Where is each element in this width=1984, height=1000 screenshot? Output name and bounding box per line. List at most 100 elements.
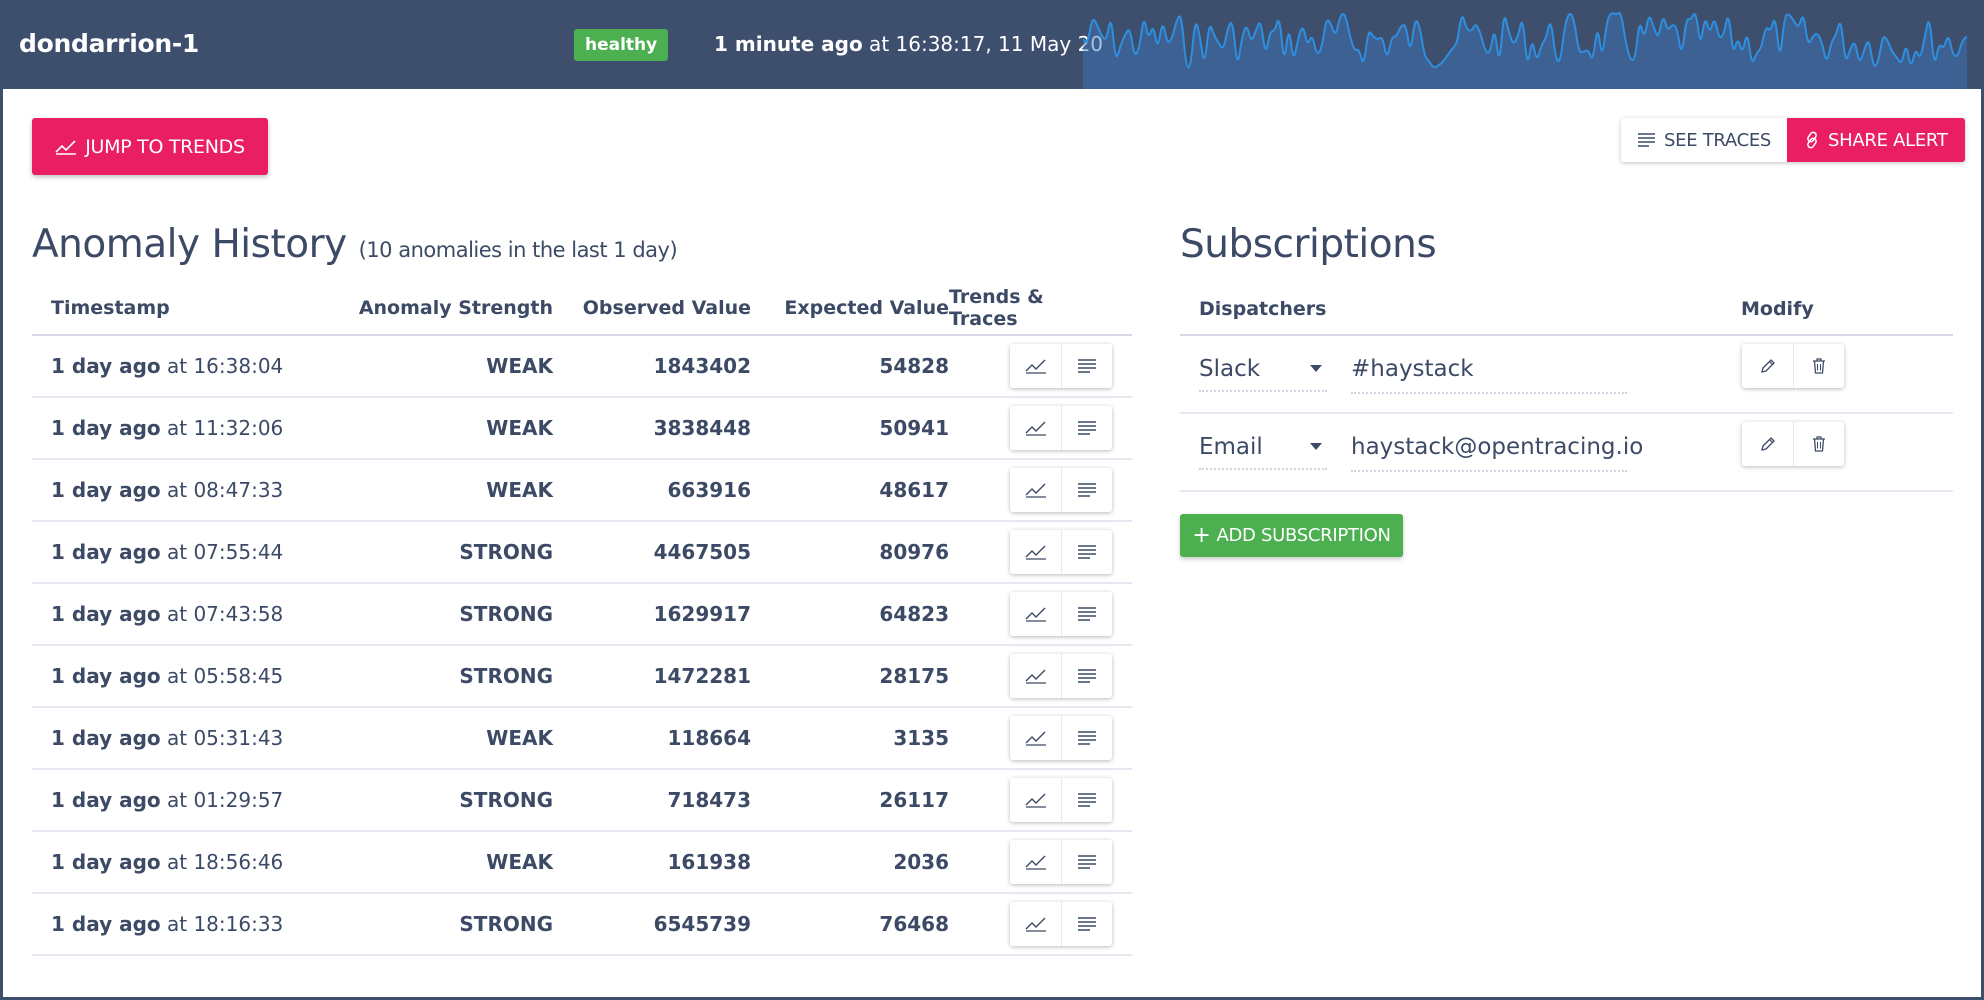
anomaly-ago: 1 day ago	[51, 726, 161, 750]
expected-value: 28175	[879, 664, 949, 688]
anomaly-timestamp: 1 day ago at 01:29:57	[32, 788, 317, 812]
row-actions	[1010, 344, 1112, 388]
traces-icon	[1078, 669, 1096, 683]
traces-icon	[1078, 545, 1096, 559]
observed-value: 161938	[667, 850, 752, 874]
anomaly-ago: 1 day ago	[51, 478, 161, 502]
view-traces-button[interactable]	[1061, 344, 1112, 388]
last-check-detail: at 16:38:17, 11 May 20	[862, 32, 1104, 56]
view-trend-button[interactable]	[1010, 344, 1061, 388]
table-row: 1 day ago at 05:58:45 STRONG 1472281 28175	[32, 646, 1132, 708]
expected-value: 3135	[893, 726, 949, 750]
trend-icon	[1025, 607, 1046, 622]
see-traces-button[interactable]: SEE TRACES	[1621, 118, 1788, 162]
metric-sparkline	[1083, 11, 1967, 89]
trends-traces-cell	[949, 468, 1132, 512]
anomaly-time: at 07:55:44	[160, 540, 284, 564]
anomaly-ago: 1 day ago	[51, 788, 161, 812]
view-traces-button[interactable]	[1061, 778, 1112, 822]
alert-header: dondarrion-1 healthy 1 minute ago at 16:…	[0, 0, 1984, 89]
view-traces-button[interactable]	[1061, 530, 1112, 574]
expected-value: 76468	[879, 912, 949, 936]
view-trend-button[interactable]	[1010, 840, 1061, 884]
anomaly-strength: STRONG	[459, 602, 553, 626]
row-actions	[1010, 468, 1112, 512]
expected-value: 48617	[879, 478, 949, 502]
column-header-strength: Anomaly Strength	[358, 297, 553, 319]
view-trend-button[interactable]	[1010, 902, 1061, 946]
dispatcher-type-select[interactable]: Email	[1199, 434, 1327, 470]
subscriptions-title: Subscriptions	[1180, 222, 1437, 267]
row-actions	[1010, 840, 1112, 884]
row-actions	[1010, 406, 1112, 450]
anomaly-strength: STRONG	[459, 664, 553, 688]
view-traces-button[interactable]	[1061, 654, 1112, 698]
anomaly-timestamp: 1 day ago at 11:32:06	[32, 416, 317, 440]
anomaly-timestamp: 1 day ago at 07:55:44	[32, 540, 317, 564]
delete-subscription-button[interactable]	[1793, 344, 1844, 388]
row-actions	[1010, 530, 1112, 574]
observed-value: 1629917	[653, 602, 751, 626]
expected-value: 50941	[879, 416, 949, 440]
add-subscription-button[interactable]: + ADD SUBSCRIPTION	[1180, 514, 1403, 557]
trends-traces-cell	[949, 592, 1132, 636]
table-header: Timestamp Anomaly Strength Observed Valu…	[32, 282, 1132, 336]
dispatcher-type-value: Slack	[1199, 356, 1261, 382]
share-alert-button[interactable]: SHARE ALERT	[1787, 118, 1965, 162]
view-trend-button[interactable]	[1010, 592, 1061, 636]
alert-actions: SEE TRACES SHARE ALERT	[1621, 118, 1965, 162]
trend-icon	[55, 139, 77, 155]
trend-icon	[1025, 917, 1046, 932]
modify-actions	[1742, 344, 1844, 388]
view-trend-button[interactable]	[1010, 654, 1061, 698]
traces-icon	[1078, 421, 1096, 435]
dispatcher-endpoint-input[interactable]: #haystack	[1351, 356, 1627, 394]
trend-icon	[1025, 855, 1046, 870]
anomaly-strength: WEAK	[486, 478, 553, 502]
view-traces-button[interactable]	[1061, 468, 1112, 512]
anomaly-timestamp: 1 day ago at 08:47:33	[32, 478, 317, 502]
view-traces-button[interactable]	[1061, 592, 1112, 636]
delete-subscription-button[interactable]	[1793, 422, 1844, 466]
traces-icon	[1638, 133, 1655, 147]
table-row: 1 day ago at 07:55:44 STRONG 4467505 80976	[32, 522, 1132, 584]
subscription-row: Email haystack@opentracing.io	[1180, 414, 1953, 492]
jump-to-trends-label: JUMP TO TRENDS	[85, 135, 245, 158]
anomaly-strength: WEAK	[486, 850, 553, 874]
view-traces-button[interactable]	[1061, 406, 1112, 450]
edit-subscription-button[interactable]	[1742, 344, 1793, 388]
dispatcher-type-value: Email	[1199, 434, 1263, 460]
dispatcher-type-select[interactable]: Slack	[1199, 356, 1327, 392]
service-title: dondarrion-1	[19, 29, 200, 58]
view-traces-button[interactable]	[1061, 716, 1112, 760]
observed-value: 118664	[667, 726, 752, 750]
view-traces-button[interactable]	[1061, 840, 1112, 884]
row-actions	[1010, 654, 1112, 698]
view-trend-button[interactable]	[1010, 716, 1061, 760]
observed-value: 3838448	[653, 416, 751, 440]
modify-button-group	[1742, 344, 1844, 388]
view-trend-button[interactable]	[1010, 468, 1061, 512]
trends-traces-cell	[949, 530, 1132, 574]
anomaly-ago: 1 day ago	[51, 602, 161, 626]
anomaly-time: at 16:38:04	[160, 354, 284, 378]
view-trend-button[interactable]	[1010, 530, 1061, 574]
anomaly-time: at 11:32:06	[160, 416, 284, 440]
column-header-observed: Observed Value	[582, 297, 751, 319]
view-trend-button[interactable]	[1010, 406, 1061, 450]
view-traces-button[interactable]	[1061, 902, 1112, 946]
last-check-relative: 1 minute ago	[714, 32, 863, 56]
traces-icon	[1078, 731, 1096, 745]
anomaly-time: at 18:56:46	[160, 850, 284, 874]
anomaly-strength: STRONG	[459, 788, 553, 812]
edit-subscription-button[interactable]	[1742, 422, 1793, 466]
column-header-trends-traces: Trends & Traces	[949, 286, 1044, 330]
anomaly-ago: 1 day ago	[51, 540, 161, 564]
trends-traces-cell	[949, 344, 1132, 388]
dispatcher-endpoint-input[interactable]: haystack@opentracing.io	[1351, 434, 1643, 472]
table-header: Dispatchers Modify	[1180, 282, 1953, 336]
view-trend-button[interactable]	[1010, 778, 1061, 822]
observed-value: 663916	[667, 478, 752, 502]
caret-down-icon	[1310, 365, 1322, 372]
jump-to-trends-button[interactable]: JUMP TO TRENDS	[32, 118, 268, 175]
